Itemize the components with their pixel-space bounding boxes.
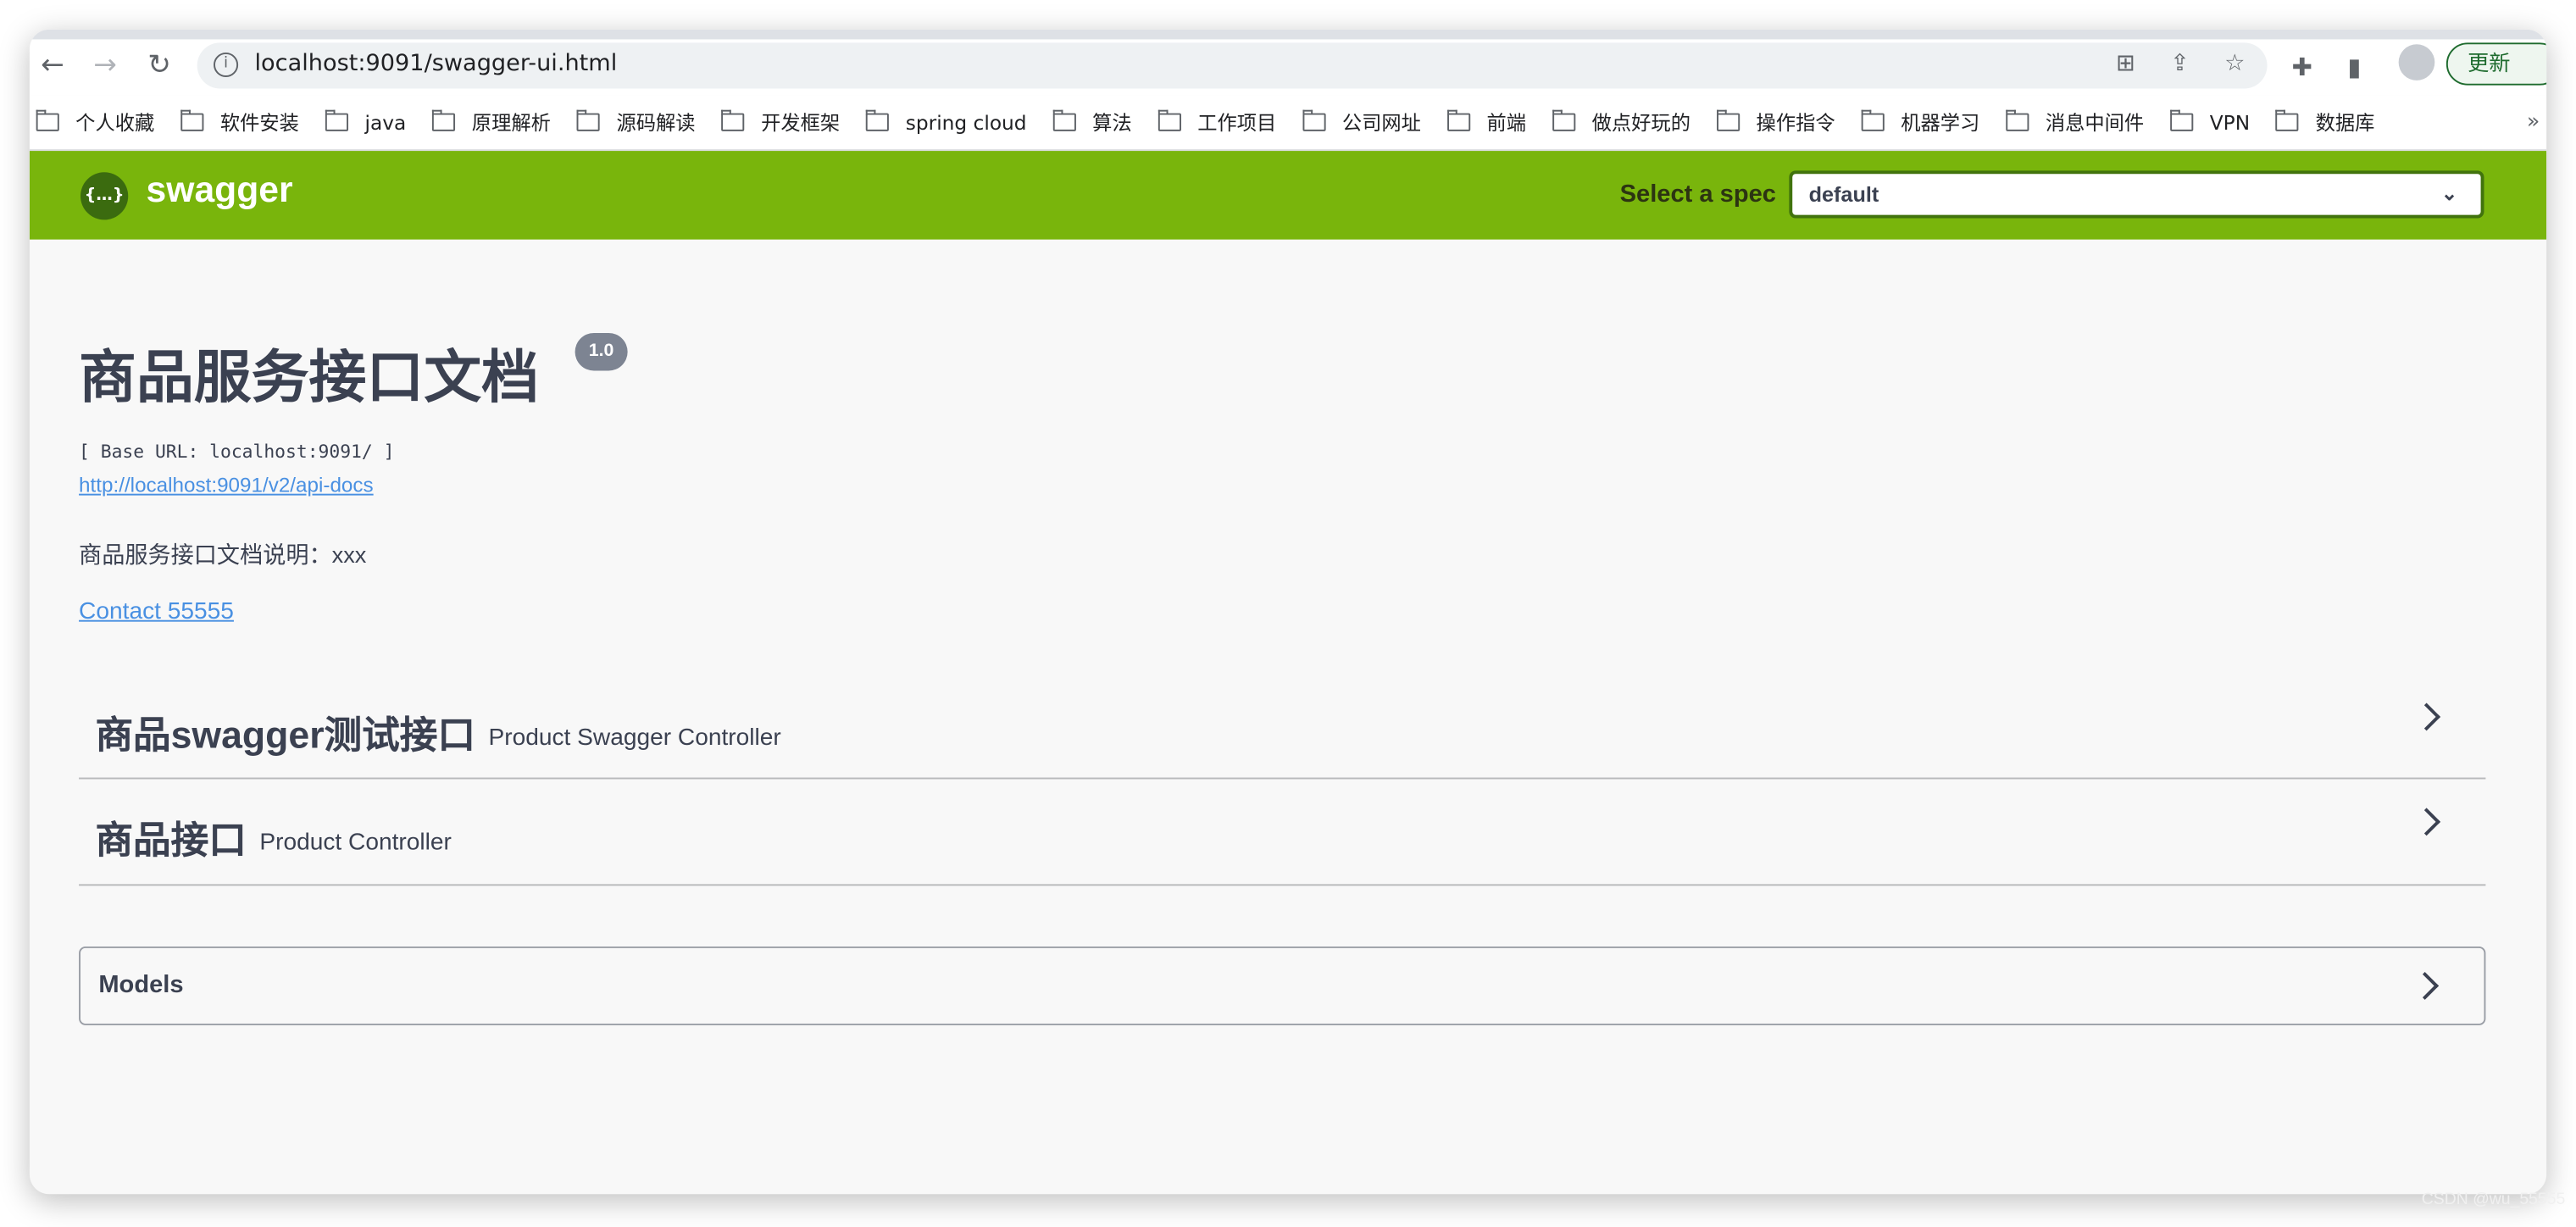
bookmark-folder[interactable]: 开发框架 bbox=[721, 108, 841, 136]
bookmark-label: 数据库 bbox=[2315, 111, 2375, 135]
forward-icon[interactable]: → bbox=[89, 49, 122, 82]
bookmark-folder[interactable]: 工作项目 bbox=[1158, 108, 1277, 136]
folder-icon bbox=[432, 109, 456, 131]
select-spec-label: Select a spec bbox=[1619, 180, 1776, 208]
tag-name: 商品接口 Product Controller bbox=[95, 808, 451, 864]
bookmark-label: 算法 bbox=[1092, 111, 1132, 135]
bookmark-folder[interactable]: 操作指令 bbox=[1717, 108, 1835, 136]
tag-section[interactable]: 商品接口 Product Controller bbox=[79, 780, 2486, 886]
bookmark-folder[interactable]: 软件安装 bbox=[180, 108, 299, 136]
chevron-down-icon: ⌄ bbox=[2440, 181, 2458, 205]
bookmark-folder[interactable]: 算法 bbox=[1052, 108, 1132, 136]
bookmark-folder[interactable]: 原理解析 bbox=[432, 108, 551, 136]
site-info-icon[interactable]: i bbox=[214, 52, 239, 77]
reload-icon[interactable]: ↻ bbox=[143, 49, 176, 82]
side-panel-icon[interactable]: ▮ bbox=[2348, 53, 2362, 82]
bookmark-label: 公司网址 bbox=[1341, 111, 1421, 135]
tag-title: 商品swagger测试接口 bbox=[95, 713, 475, 757]
bookmark-label: 工作项目 bbox=[1197, 111, 1277, 135]
bookmark-folder[interactable]: VPN bbox=[2170, 109, 2251, 134]
models-label: Models bbox=[98, 970, 184, 999]
bookmark-folder[interactable]: 做点好玩的 bbox=[1552, 108, 1690, 136]
folder-icon bbox=[576, 109, 601, 131]
folder-icon bbox=[1446, 109, 1471, 131]
bookmark-folder[interactable]: 源码解读 bbox=[576, 108, 696, 136]
screenshot: ← → ↻ i localhost:9091/swagger-ui.html ⊞… bbox=[0, 0, 2576, 1227]
folder-icon bbox=[2006, 109, 2029, 131]
translate-icon[interactable]: ⊞ bbox=[2116, 51, 2135, 77]
contact-link[interactable]: Contact 55555 bbox=[79, 599, 234, 625]
bookmark-folder[interactable]: spring cloud bbox=[866, 109, 1027, 134]
base-url: [ Base URL: localhost:9091/ ] bbox=[79, 441, 395, 463]
profile-avatar[interactable] bbox=[2398, 44, 2435, 81]
bookmark-folder[interactable]: java bbox=[325, 109, 407, 134]
bookmark-label: 操作指令 bbox=[1756, 111, 1835, 135]
bookmark-folder[interactable]: 个人收藏 bbox=[36, 108, 155, 136]
bookmark-folder[interactable]: 前端 bbox=[1446, 108, 1527, 136]
bookmark-label: 前端 bbox=[1486, 111, 1527, 135]
api-description: 商品服务接口文档说明：xxx bbox=[79, 541, 367, 568]
folder-icon bbox=[721, 109, 745, 131]
folder-icon bbox=[325, 109, 349, 131]
folder-icon bbox=[2170, 109, 2194, 131]
bookmark-folder[interactable]: 消息中间件 bbox=[2006, 108, 2144, 136]
swagger-topbar: {…} swagger Select a spec default ⌄ bbox=[29, 151, 2547, 240]
bookmark-label: 消息中间件 bbox=[2045, 111, 2145, 135]
share-icon[interactable]: ⇪ bbox=[2170, 51, 2190, 77]
version-badge: 1.0 bbox=[575, 332, 628, 371]
bookmark-label: 做点好玩的 bbox=[1591, 111, 1690, 135]
bookmark-folder[interactable]: 公司网址 bbox=[1302, 108, 1421, 136]
bookmark-label: 软件安装 bbox=[219, 111, 299, 135]
watermark: CSDN @wu_55555 bbox=[2421, 1191, 2566, 1209]
bookmark-star-icon[interactable]: ☆ bbox=[2224, 51, 2245, 77]
chevron-right-icon[interactable] bbox=[2412, 702, 2441, 731]
folder-icon bbox=[1052, 109, 1076, 131]
tag-name: 商品swagger测试接口 Product Swagger Controller bbox=[95, 703, 780, 759]
tab-strip bbox=[29, 29, 2547, 40]
folder-icon bbox=[1717, 109, 1740, 131]
browser-toolbar: ← → ↻ i localhost:9091/swagger-ui.html ⊞… bbox=[29, 39, 2547, 96]
api-docs-link[interactable]: http://localhost:9091/v2/api-docs bbox=[79, 474, 374, 497]
chevron-right-icon[interactable] bbox=[2411, 971, 2440, 1000]
swagger-logo-icon[interactable]: {…} bbox=[80, 172, 129, 220]
spec-select[interactable]: default ⌄ bbox=[1789, 170, 2484, 219]
bookmark-label: 源码解读 bbox=[616, 111, 696, 135]
tag-description: Product Controller bbox=[259, 830, 452, 857]
extensions-icon[interactable]: ✚ bbox=[2292, 53, 2312, 82]
bookmark-label: 开发框架 bbox=[761, 111, 841, 135]
folder-icon bbox=[1861, 109, 1885, 131]
tag-title: 商品接口 bbox=[95, 818, 247, 862]
more-bookmarks-button[interactable]: » bbox=[2527, 110, 2540, 135]
folder-icon bbox=[180, 109, 204, 131]
bookmark-label: spring cloud bbox=[905, 110, 1027, 134]
url-text[interactable]: localhost:9091/swagger-ui.html bbox=[255, 51, 618, 77]
bookmark-label: 个人收藏 bbox=[75, 111, 155, 135]
folder-icon bbox=[2276, 109, 2300, 131]
address-bar[interactable]: i localhost:9091/swagger-ui.html ⊞ ⇪ ☆ bbox=[197, 42, 2268, 89]
swagger-brand[interactable]: swagger bbox=[147, 169, 293, 211]
bookmark-label: 原理解析 bbox=[471, 111, 551, 135]
folder-icon bbox=[1302, 109, 1326, 131]
browser-window: ← → ↻ i localhost:9091/swagger-ui.html ⊞… bbox=[29, 29, 2547, 1195]
chevron-right-icon[interactable] bbox=[2412, 808, 2441, 836]
folder-icon bbox=[866, 109, 890, 131]
bookmark-label: VPN bbox=[2209, 110, 2251, 134]
bookmark-folder[interactable]: 数据库 bbox=[2276, 108, 2374, 136]
tag-description: Product Swagger Controller bbox=[488, 725, 781, 752]
folder-icon bbox=[1552, 109, 1576, 131]
spec-selected-value: default bbox=[1808, 181, 1879, 207]
page-title: 商品服务接口文档 bbox=[79, 346, 539, 410]
tag-section[interactable]: 商品swagger测试接口 Product Swagger Controller bbox=[79, 676, 2486, 780]
bookmark-label: java bbox=[364, 110, 407, 134]
bookmark-label: 机器学习 bbox=[1901, 111, 1980, 135]
back-icon[interactable]: ← bbox=[36, 49, 69, 82]
update-button[interactable]: 更新 bbox=[2446, 42, 2547, 86]
bookmark-folder[interactable]: 机器学习 bbox=[1861, 108, 1980, 136]
folder-icon bbox=[1158, 109, 1181, 131]
models-section[interactable]: Models bbox=[79, 946, 2486, 1025]
bookmarks-bar: 个人收藏 软件安装 java 原理解析 源码解读 开发框架 spring clo… bbox=[29, 95, 2547, 152]
folder-icon bbox=[36, 109, 59, 131]
